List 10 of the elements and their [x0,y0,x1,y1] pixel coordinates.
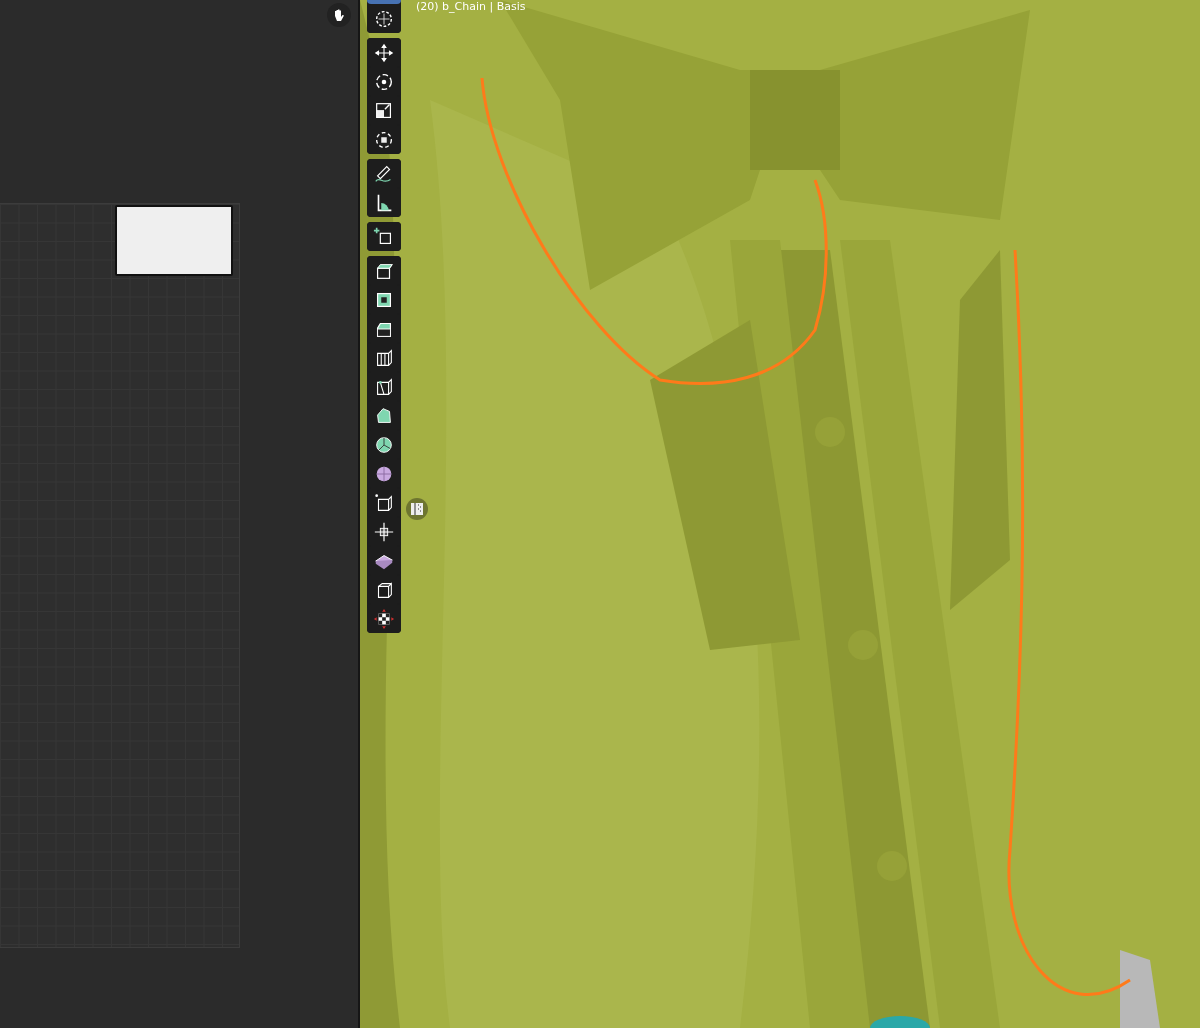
tool-icon [373,41,395,64]
tool-icon [373,491,395,514]
toggle-button[interactable] [406,498,428,520]
pan-button[interactable] [327,3,351,27]
tool-button[interactable] [367,222,401,251]
tool-icon [373,520,395,543]
tool-icon [373,607,395,630]
ball-drawing [870,1016,930,1028]
object-label: (20) b_Chain | Basis [416,0,526,13]
panel-icon [410,502,424,516]
